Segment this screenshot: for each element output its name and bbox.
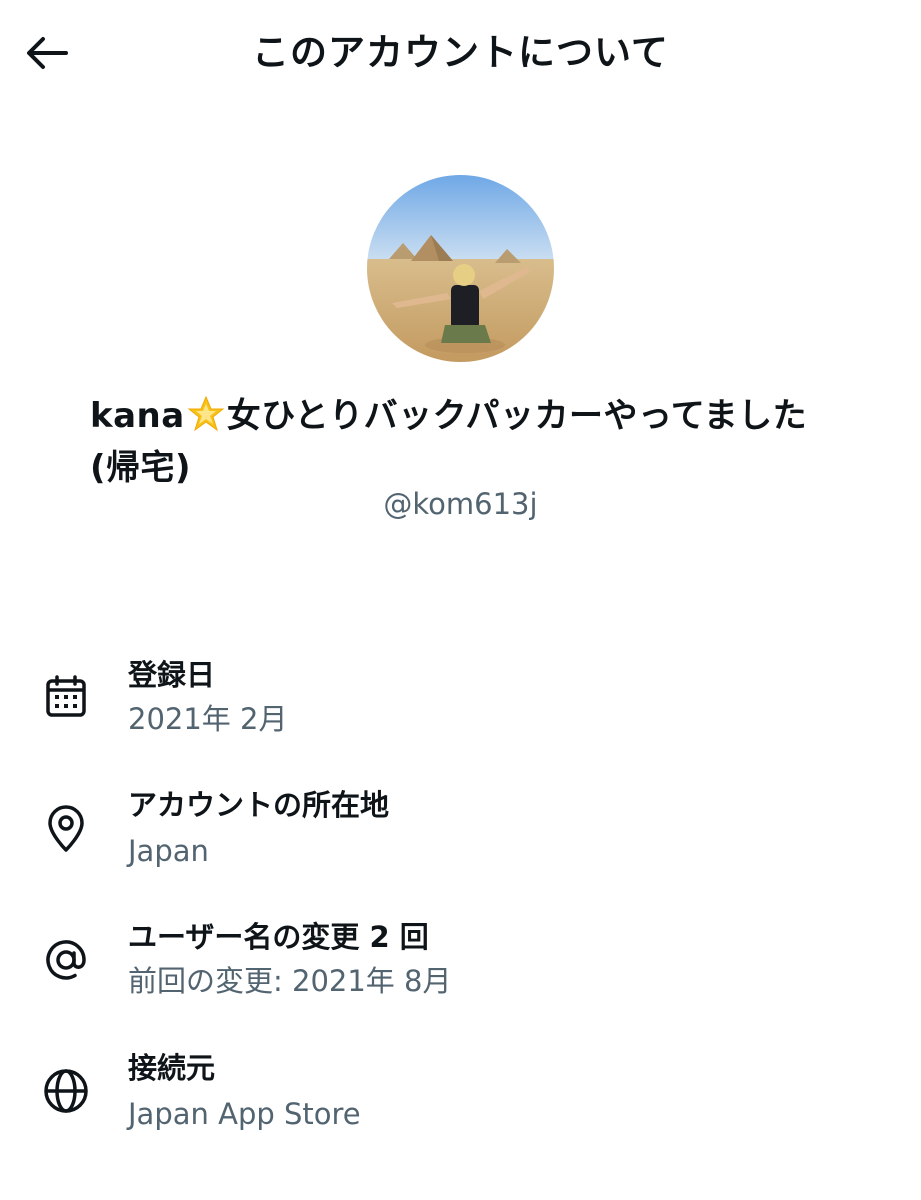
page-title: このアカウントについて xyxy=(252,31,669,74)
header-bar: このアカウントについて xyxy=(0,0,921,110)
display-name: kana 女ひとりバックパッカーやってました(帰宅) xyxy=(90,393,850,491)
joined-label: 登録日 xyxy=(128,658,216,692)
connected-via-label: 接続元 xyxy=(128,1051,216,1085)
info-row-joined: 登録日 2021年 2月 xyxy=(0,655,921,755)
display-name-prefix: kana xyxy=(90,396,185,436)
username-changes-value: 前回の変更: 2021年 8月 xyxy=(128,964,452,998)
user-handle: @kom613j xyxy=(383,487,538,521)
globe-icon xyxy=(40,1065,92,1117)
calendar-icon xyxy=(40,671,92,723)
info-row-username-changes: ユーザー名の変更 2 回 前回の変更: 2021年 8月 xyxy=(0,917,921,1017)
location-value: Japan xyxy=(128,834,209,868)
star-emoji-icon xyxy=(187,395,225,445)
info-row-location: アカウントの所在地 Japan xyxy=(0,785,921,885)
info-row-connected-via: 接続元 Japan App Store xyxy=(0,1048,921,1148)
connected-via-value: Japan App Store xyxy=(128,1097,361,1131)
avatar-photo xyxy=(367,175,554,362)
at-sign-icon xyxy=(40,934,92,986)
avatar[interactable] xyxy=(367,175,554,362)
location-label: アカウントの所在地 xyxy=(128,788,390,822)
username-changes-label: ユーザー名の変更 2 回 xyxy=(128,920,429,954)
joined-value: 2021年 2月 xyxy=(128,702,288,736)
location-pin-icon xyxy=(40,803,92,855)
